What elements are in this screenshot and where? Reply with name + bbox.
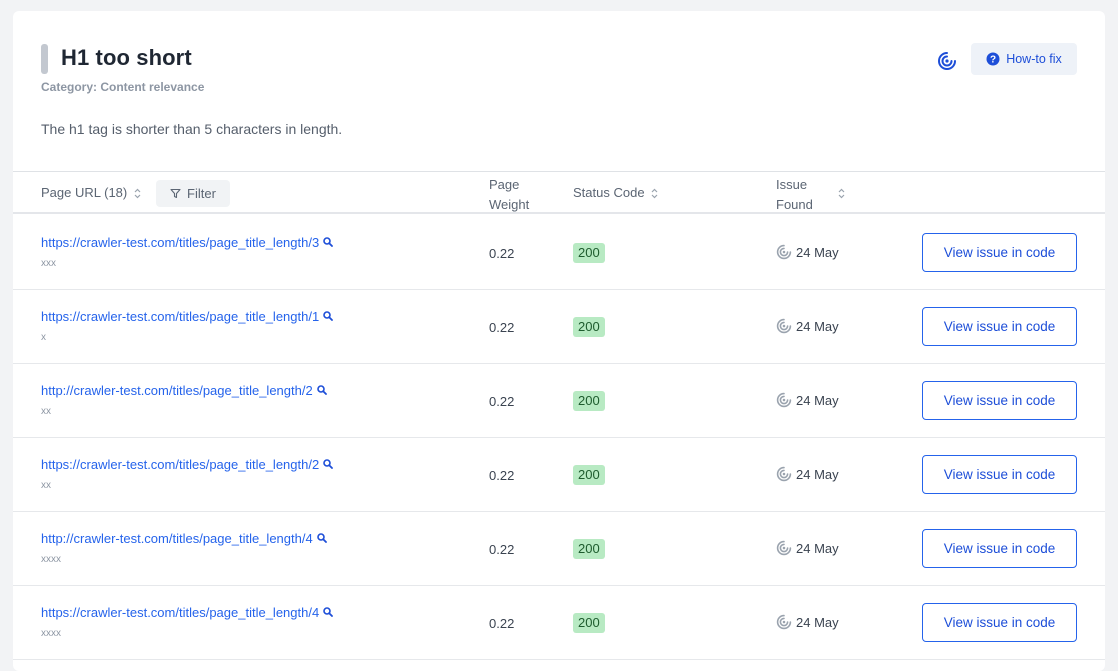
table-row: https://crawler-test.com/titles/page_tit…: [13, 290, 1105, 364]
search-icon[interactable]: [323, 237, 334, 247]
question-icon: ?: [986, 52, 1000, 66]
svg-text:?: ?: [990, 55, 996, 66]
page-url-link[interactable]: https://crawler-test.com/titles/page_tit…: [41, 605, 334, 620]
page-weight: 0.22: [489, 246, 515, 261]
search-icon[interactable]: [323, 311, 334, 321]
page-url-text[interactable]: https://crawler-test.com/titles/page_tit…: [41, 309, 319, 324]
issue-found-date: 24 May: [796, 466, 839, 482]
table-row: http://crawler-test.com/titles/page_titl…: [13, 512, 1105, 586]
issue-found: 24 May: [776, 318, 839, 334]
issue-found: 24 May: [776, 244, 839, 260]
crawl-icon: [776, 244, 792, 260]
h1-value: xxx: [41, 258, 56, 269]
how-to-fix-button[interactable]: ? How-to fix: [971, 43, 1077, 75]
page-weight: 0.22: [489, 468, 515, 483]
h1-value: xx: [41, 480, 51, 491]
status-badge: 200: [573, 465, 605, 485]
page-url-text[interactable]: https://crawler-test.com/titles/page_tit…: [41, 457, 319, 472]
page-url-link[interactable]: https://crawler-test.com/titles/page_tit…: [41, 309, 334, 324]
view-issue-in-code-button[interactable]: View issue in code: [922, 455, 1077, 494]
page-weight: 0.22: [489, 394, 515, 409]
filter-icon: [170, 188, 181, 199]
how-to-fix-label: How-to fix: [1006, 52, 1062, 66]
table-row: https://crawler-test.com/titles/page_tit…: [13, 438, 1105, 512]
page-url-link[interactable]: http://crawler-test.com/titles/page_titl…: [41, 531, 327, 546]
issue-found-date: 24 May: [796, 392, 839, 408]
status-badge: 200: [573, 539, 605, 559]
col-page-url[interactable]: Page URL (18): [41, 185, 141, 200]
page-url-text[interactable]: https://crawler-test.com/titles/page_tit…: [41, 235, 319, 250]
sort-icon: [651, 188, 658, 199]
page-weight: 0.22: [489, 542, 515, 557]
page-weight: 0.22: [489, 320, 515, 335]
issue-found-date: 24 May: [796, 540, 839, 556]
crawl-icon-button[interactable]: [934, 48, 960, 74]
crawl-icon: [776, 614, 792, 630]
issue-found: 24 May: [776, 392, 839, 408]
crawl-icon: [776, 318, 792, 334]
h1-value: xx: [41, 406, 51, 417]
view-issue-in-code-button[interactable]: View issue in code: [922, 307, 1077, 346]
crawl-icon: [776, 540, 792, 556]
issue-found-date: 24 May: [796, 244, 839, 260]
crawl-icon: [776, 466, 792, 482]
filter-button[interactable]: Filter: [156, 180, 230, 207]
issue-found-date: 24 May: [796, 614, 839, 630]
status-badge: 200: [573, 317, 605, 337]
h1-value: x: [41, 332, 46, 343]
search-icon[interactable]: [316, 385, 327, 395]
title-accent-bar: [41, 44, 48, 74]
search-icon[interactable]: [323, 607, 334, 617]
sort-icon: [134, 188, 141, 199]
issue-card: H1 too short Category: Content relevance…: [13, 11, 1105, 671]
col-issue-found[interactable]: Issue Found: [776, 175, 813, 215]
table-header: Page URL (18) Filter Page Weight Status …: [13, 171, 1105, 214]
status-badge: 200: [573, 613, 605, 633]
col-page-weight[interactable]: Page Weight: [489, 175, 529, 215]
crawl-icon: [938, 52, 956, 70]
h1-value: xxxx: [41, 554, 61, 565]
view-issue-in-code-button[interactable]: View issue in code: [922, 381, 1077, 420]
col-status-code[interactable]: Status Code: [573, 185, 658, 200]
search-icon[interactable]: [323, 459, 334, 469]
issue-found: 24 May: [776, 466, 839, 482]
crawl-icon: [776, 392, 792, 408]
table-row: https://crawler-test.com/titles/page_tit…: [13, 216, 1105, 290]
issue-found-date: 24 May: [796, 318, 839, 334]
page-url-link[interactable]: http://crawler-test.com/titles/page_titl…: [41, 383, 327, 398]
view-issue-in-code-button[interactable]: View issue in code: [922, 603, 1077, 642]
page-weight: 0.22: [489, 616, 515, 631]
issue-found: 24 May: [776, 614, 839, 630]
search-icon[interactable]: [316, 533, 327, 543]
sort-icon[interactable]: [838, 188, 845, 199]
page-title: H1 too short: [61, 45, 192, 70]
page-url-text[interactable]: http://crawler-test.com/titles/page_titl…: [41, 531, 313, 546]
status-badge: 200: [573, 391, 605, 411]
view-issue-in-code-button[interactable]: View issue in code: [922, 233, 1077, 272]
status-badge: 200: [573, 243, 605, 263]
issue-category: Category: Content relevance: [41, 80, 205, 94]
table-row: http://crawler-test.com/titles/page_titl…: [13, 364, 1105, 438]
h1-value: xxxx: [41, 628, 61, 639]
page-url-link[interactable]: https://crawler-test.com/titles/page_tit…: [41, 457, 334, 472]
table-row: https://crawler-test.com/titles/page_tit…: [13, 586, 1105, 660]
page-url-text[interactable]: https://crawler-test.com/titles/page_tit…: [41, 605, 319, 620]
view-issue-in-code-button[interactable]: View issue in code: [922, 529, 1077, 568]
page-url-text[interactable]: http://crawler-test.com/titles/page_titl…: [41, 383, 313, 398]
issue-description: The h1 tag is shorter than 5 characters …: [41, 121, 343, 137]
issue-found: 24 May: [776, 540, 839, 556]
page-url-link[interactable]: https://crawler-test.com/titles/page_tit…: [41, 235, 334, 250]
